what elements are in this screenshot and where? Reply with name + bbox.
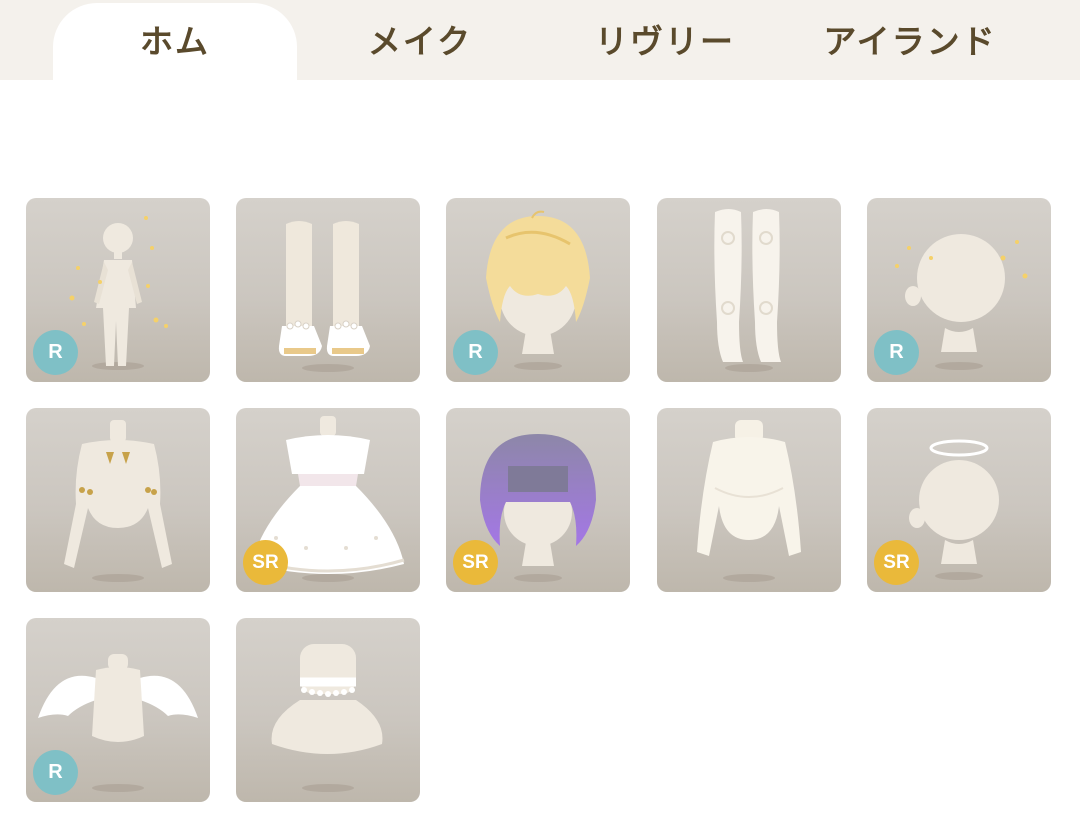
item-card-sparkle-body[interactable]: R	[26, 198, 210, 382]
tab-livly[interactable]: リヴリー	[543, 3, 787, 80]
item-card-halo[interactable]: SR	[867, 408, 1051, 592]
rarity-badge: R	[874, 330, 919, 375]
item-card-white-frill-dress[interactable]: SR	[236, 408, 420, 592]
item-card-white-boots[interactable]	[236, 198, 420, 382]
rarity-badge: R	[453, 330, 498, 375]
rarity-badge: SR	[453, 540, 498, 585]
boots-illustration	[278, 221, 370, 372]
tab-home[interactable]: ホム	[53, 3, 297, 80]
tab-island[interactable]: アイランド	[788, 3, 1032, 80]
item-card-purple-hair[interactable]: SR	[446, 408, 630, 592]
item-card-gold-accessory-top[interactable]	[26, 408, 210, 592]
rarity-badge: R	[33, 330, 78, 375]
rarity-badge: SR	[874, 540, 919, 585]
tab-bar: ホム メイク リヴリー アイランド	[0, 0, 1080, 80]
rarity-badge: R	[33, 750, 78, 795]
item-card-sparkle-head[interactable]: R	[867, 198, 1051, 382]
gold-accessory-illustration	[64, 420, 172, 582]
item-card-cream-sweater[interactable]	[657, 408, 841, 592]
item-card-angel-wings[interactable]: R	[26, 618, 210, 802]
tights-illustration	[714, 209, 781, 372]
item-card-blonde-hair[interactable]: R	[446, 198, 630, 382]
rarity-badge: SR	[243, 540, 288, 585]
item-card-white-tights[interactable]	[657, 198, 841, 382]
sweater-illustration	[697, 420, 801, 582]
item-card-lace-choker[interactable]	[236, 618, 420, 802]
tab-make[interactable]: メイク	[298, 3, 542, 80]
choker-illustration	[271, 644, 383, 792]
